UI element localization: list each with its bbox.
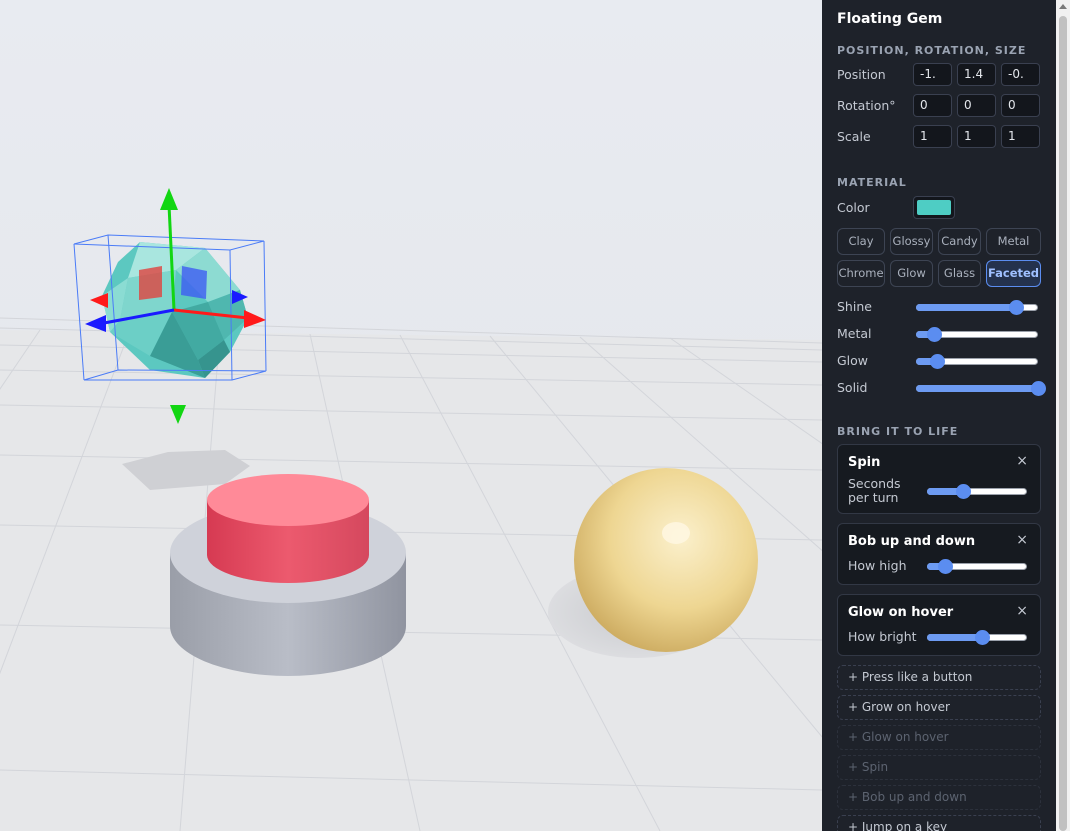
remove-behavior-close-icon[interactable]: × [1016,532,1028,548]
scroll-up-arrow-icon[interactable] [1059,4,1067,9]
remove-behavior-close-icon[interactable]: × [1016,603,1028,619]
add-jump-on-key-button[interactable]: + Jump on a key [837,815,1041,831]
solid-slider-thumb[interactable] [1031,381,1046,396]
shine-slider-thumb[interactable] [1009,300,1025,315]
add-spin-button: + Spin [837,755,1041,780]
scale-z-input[interactable]: 1 [1001,125,1040,148]
scene-canvas[interactable] [0,0,822,831]
spin-speed-slider-thumb[interactable] [956,484,971,499]
behavior-param-label: How bright [848,629,917,644]
behaviors-heading: BRING IT TO LIFE [837,425,959,438]
preset-glow-button[interactable]: Glow [890,260,933,287]
preset-faceted-button[interactable]: Faceted [986,260,1041,287]
shine-slider[interactable] [916,300,1038,315]
sidebar-scrollbar[interactable] [1056,0,1070,831]
preset-glossy-button[interactable]: Glossy [890,228,933,255]
glow-slider-thumb[interactable] [929,354,945,369]
scene-viewport[interactable] [0,0,822,831]
position-z-input[interactable]: -0. [1001,63,1040,86]
position-y-input[interactable]: 1.4 [957,63,996,86]
preset-chrome-button[interactable]: Chrome [837,260,885,287]
rotation-x-input[interactable]: 0 [913,94,952,117]
inspector-panel: Floating Gem POSITION, ROTATION, SIZE Po… [822,0,1056,831]
material-heading: MATERIAL [837,176,907,189]
behavior-param-label: Seconds per turn [848,476,901,505]
rotation-y-input[interactable]: 0 [957,94,996,117]
add-press-like-button[interactable]: + Press like a button [837,665,1041,690]
metal-slider[interactable] [916,327,1038,342]
scale-x-input[interactable]: 1 [913,125,952,148]
add-bob-button: + Bob up and down [837,785,1041,810]
behavior-title: Bob up and down [848,534,976,549]
behavior-card-glow-hover: Glow on hover × How bright [837,594,1041,656]
metal-slider-thumb[interactable] [927,327,943,342]
preset-candy-button[interactable]: Candy [938,228,981,255]
position-x-input[interactable]: -1. [913,63,952,86]
scale-y-input[interactable]: 1 [957,125,996,148]
color-label: Color [837,200,870,215]
glow-slider[interactable] [916,354,1038,369]
behavior-param-label: How high [848,558,907,573]
add-glow-on-hover-button: + Glow on hover [837,725,1041,750]
preset-glass-button[interactable]: Glass [938,260,981,287]
position-label: Position [837,67,886,82]
add-grow-on-hover-button[interactable]: + Grow on hover [837,695,1041,720]
spin-speed-slider[interactable] [927,484,1027,499]
gizmo-xy-plane[interactable] [139,266,162,300]
object-title: Floating Gem [837,11,943,27]
color-swatch-fill [917,200,951,215]
scale-label: Scale [837,129,871,144]
preset-metal-button[interactable]: Metal [986,228,1041,255]
behavior-card-bob: Bob up and down × How high [837,523,1041,585]
glow-brightness-slider[interactable] [927,630,1027,645]
rotation-label: Rotation° [837,98,896,113]
scrollbar-thumb[interactable] [1059,16,1067,831]
color-picker[interactable] [913,196,955,219]
remove-behavior-close-icon[interactable]: × [1016,453,1028,469]
behavior-title: Glow on hover [848,605,954,620]
behavior-title: Spin [848,455,881,470]
glow-label: Glow [837,353,869,368]
metal-label: Metal [837,326,872,341]
bob-height-slider[interactable] [927,559,1027,574]
gizmo-yz-plane[interactable] [181,266,207,299]
glow-brightness-slider-thumb[interactable] [975,630,990,645]
solid-label: Solid [837,380,868,395]
solid-slider[interactable] [916,381,1046,396]
rotation-z-input[interactable]: 0 [1001,94,1040,117]
behavior-card-spin: Spin × Seconds per turn [837,444,1041,514]
shine-label: Shine [837,299,872,314]
transform-heading: POSITION, ROTATION, SIZE [837,44,1027,57]
preset-clay-button[interactable]: Clay [837,228,885,255]
bob-height-slider-thumb[interactable] [938,559,953,574]
